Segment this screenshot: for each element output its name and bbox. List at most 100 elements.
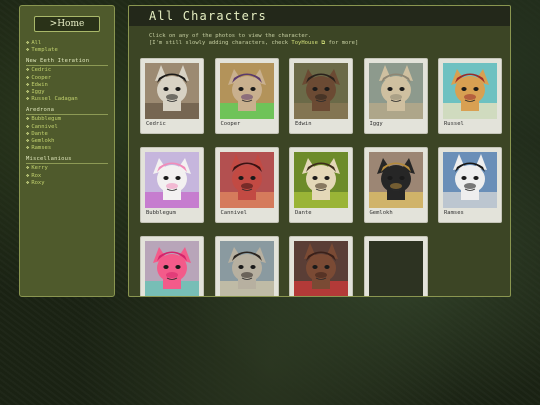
bullet-icon: ❖ <box>26 81 30 88</box>
character-name: Gemlokh <box>369 210 393 216</box>
nav-item-cooper[interactable]: ❖ Cooper <box>26 75 108 82</box>
character-card-cooper[interactable]: Cooper <box>214 58 279 134</box>
character-photo <box>443 152 497 208</box>
character-photo <box>219 241 274 296</box>
character-card-ramses[interactable]: Ramses <box>438 147 502 223</box>
character-photo <box>219 152 274 208</box>
character-card-russel[interactable]: Russel <box>438 58 502 134</box>
bullet-icon: ❖ <box>26 89 30 96</box>
nav-group-miscellanious: Miscellanious ❖ Kerry ❖ Rox ❖ Roxy <box>26 156 108 187</box>
nav-item-template[interactable]: ❖ Template <box>26 47 108 54</box>
main-panel: All Characters Click on any of the photo… <box>128 5 511 297</box>
nav-item-russel-cadagan[interactable]: ❖ Russel Cadagan <box>26 96 108 103</box>
character-photo <box>368 152 423 208</box>
intro-line-2-post: for more] <box>325 40 359 46</box>
character-photo <box>145 63 199 119</box>
nav-item-label: Rox <box>31 172 42 179</box>
bullet-icon: ❖ <box>26 74 30 81</box>
nav-group-aredrona: Aredrona ❖ Bubblegum ❖ Cannivel ❖ Dante ❖ Gemlok… <box>26 107 108 152</box>
nav-item-label: Ramses <box>31 145 52 152</box>
character-name: Ramses <box>444 210 464 216</box>
character-card-gemlokh[interactable]: Gemlokh <box>363 147 428 223</box>
character-card-dante[interactable]: Dante <box>289 147 353 223</box>
nav-item-all[interactable]: ❖ All <box>26 40 108 47</box>
nav-item-gemlokh[interactable]: ❖ Gemlokh <box>26 138 108 145</box>
toyhouse-link[interactable]: ToyHouse <box>291 40 318 46</box>
nav-item-label: All <box>31 40 42 46</box>
character-card-iggy[interactable]: Iggy <box>363 58 428 134</box>
nav-group-new-eeth-iteration: New Eeth Iteration ❖ Cedric ❖ Cooper ❖ Edwin ❖ I… <box>26 58 108 103</box>
nav-item-rox[interactable]: ❖ Rox <box>26 173 108 180</box>
nav-groups: New Eeth Iteration ❖ Cedric ❖ Cooper ❖ Edwin ❖ I… <box>26 58 108 187</box>
character-card[interactable] <box>140 236 204 296</box>
nav-item-cannivel[interactable]: ❖ Cannivel <box>26 124 108 131</box>
character-card[interactable] <box>289 236 353 296</box>
bullet-icon: ❖ <box>26 96 30 103</box>
home-button[interactable]: >Home <box>34 16 100 32</box>
nav-item-roxy[interactable]: ❖ Roxy <box>26 180 108 187</box>
nav-group-heading: Aredrona <box>26 107 108 116</box>
nav-top-links: ❖ All ❖ Template <box>26 40 108 54</box>
nav-item-label: Kerry <box>31 165 48 172</box>
character-photo <box>443 63 497 119</box>
nav-group-heading: Miscellanious <box>26 156 108 165</box>
nav-item-label: Template <box>31 47 58 54</box>
bullet-icon: ❖ <box>26 138 30 145</box>
nav-item-cedric[interactable]: ❖ Cedric <box>26 67 108 74</box>
character-card-bubblegum[interactable]: Bubblegum <box>140 147 204 223</box>
bullet-icon: ❖ <box>26 40 30 46</box>
character-name: Dante <box>295 210 312 216</box>
nav-item-label: Cooper <box>31 74 52 81</box>
nav-item-edwin[interactable]: ❖ Edwin <box>26 82 108 89</box>
character-photo <box>294 241 348 296</box>
nav-item-label: Cedric <box>31 67 52 74</box>
bullet-icon: ❖ <box>26 172 30 179</box>
nav-item-iggy[interactable]: ❖ Iggy <box>26 89 108 96</box>
character-card-cedric[interactable]: Cedric <box>140 58 204 134</box>
intro-line-2-pre: [I'm still slowly adding characters, che… <box>149 40 292 46</box>
character-name: Russel <box>444 121 464 127</box>
nav-item-label: Edwin <box>31 81 48 88</box>
intro-line-1: Click on any of the photos to view the c… <box>149 33 312 39</box>
bullet-icon: ❖ <box>26 179 30 186</box>
bullet-icon: ❖ <box>26 130 30 137</box>
nav-item-ramses[interactable]: ❖ Ramses <box>26 145 108 152</box>
nav-item-label: Bubblegum <box>31 116 62 123</box>
character-card[interactable] <box>214 236 279 296</box>
character-card-cannivel[interactable]: Cannivel <box>214 147 279 223</box>
nav-item-kerry[interactable]: ❖ Kerry <box>26 165 108 172</box>
character-photo <box>219 63 274 119</box>
bullet-icon: ❖ <box>26 47 30 54</box>
character-name: Cedric <box>146 121 166 127</box>
nav-item-label: Russel Cadagan <box>31 96 78 103</box>
character-photo <box>145 152 199 208</box>
character-photo <box>294 63 348 119</box>
bullet-icon: ❖ <box>26 67 30 74</box>
nav-item-bubblegum[interactable]: ❖ Bubblegum <box>26 116 108 123</box>
character-card[interactable] <box>363 236 428 296</box>
character-photo <box>145 241 199 296</box>
character-name: Iggy <box>369 121 383 127</box>
nav-item-label: Dante <box>31 130 48 137</box>
bullet-icon: ❖ <box>26 145 30 152</box>
intro-text: Click on any of the photos to view the c… <box>129 26 510 47</box>
character-photo <box>294 152 348 208</box>
nav-item-label: Cannivel <box>31 123 58 130</box>
character-name: Cannivel <box>220 210 248 216</box>
nav-item-label: Roxy <box>31 179 45 186</box>
character-name: Edwin <box>295 121 312 127</box>
sidebar-nav: >Home ❖ All ❖ Template New Eeth Iteration ❖ C… <box>19 5 115 297</box>
intro-line-2: [I'm still slowly adding characters, che… <box>149 40 510 47</box>
bullet-icon: ❖ <box>26 116 30 123</box>
bullet-icon: ❖ <box>26 123 30 130</box>
character-photo <box>368 63 423 119</box>
character-name: Bubblegum <box>146 210 176 216</box>
character-photo <box>368 241 423 296</box>
bullet-icon: ❖ <box>26 165 30 172</box>
character-card-edwin[interactable]: Edwin <box>289 58 353 134</box>
nav-item-label: Iggy <box>31 89 45 96</box>
nav-item-dante[interactable]: ❖ Dante <box>26 131 108 138</box>
nav-group-heading: New Eeth Iteration <box>26 58 108 67</box>
page-title: All Characters <box>129 6 510 26</box>
nav-item-label: Gemlokh <box>31 138 55 145</box>
